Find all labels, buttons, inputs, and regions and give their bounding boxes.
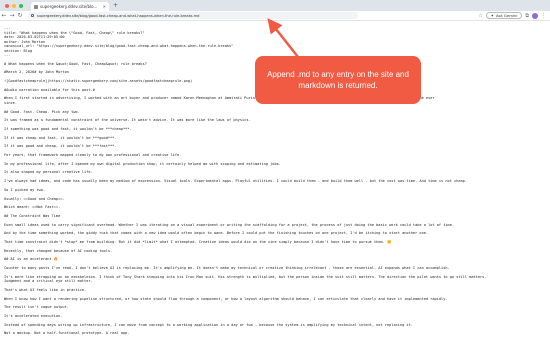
content-line: The result isn't vague output. bbox=[4, 305, 69, 310]
favicon-icon bbox=[34, 4, 38, 9]
content-line: If it was good and cheap, it wouldn't be… bbox=[4, 144, 117, 149]
callout-box: Append .md to any entry on the site and … bbox=[255, 56, 421, 104]
content-line: If something was good and fast, it would… bbox=[4, 127, 132, 131]
content-line: And by the time something worked, the gi… bbox=[4, 231, 429, 236]
profile-avatar[interactable] bbox=[532, 12, 538, 19]
callout-text: Append .md to any entry on the site and … bbox=[267, 70, 409, 90]
content-line: It's accelerated execution. bbox=[4, 313, 63, 318]
content-line: ## AI is an accelerant 🔥 bbox=[4, 257, 59, 262]
bookmark-star-icon[interactable]: ☆ bbox=[478, 13, 482, 19]
back-icon[interactable]: ← bbox=[0, 11, 8, 21]
tab-close-icon[interactable]: ✕ bbox=[103, 4, 106, 9]
browser-toolbar: ← → ↻ supergeekery.ddev.site/blog/good-f… bbox=[0, 11, 550, 21]
maximize-window-button[interactable] bbox=[19, 3, 23, 8]
extensions-icon[interactable]: ⧉ bbox=[525, 13, 529, 19]
forward-icon[interactable]: → bbox=[8, 11, 16, 21]
content-line: In my professional life, after I opened … bbox=[4, 161, 281, 166]
content-line: Recently, that changed because of AI cod… bbox=[4, 248, 113, 253]
close-window-button[interactable] bbox=[5, 3, 9, 8]
content-line: Judgment and a critical eye still matter… bbox=[4, 279, 93, 284]
address-bar[interactable]: supergeekery.ddev.site/blog/good-fast-ch… bbox=[28, 12, 358, 19]
content-line: Which meant: ==Not Fast==. bbox=[4, 205, 61, 210]
gemini-icon: ✦ bbox=[490, 13, 494, 18]
content-line: Instead of spending days wiring up infra… bbox=[4, 322, 413, 327]
reload-icon[interactable]: ↻ bbox=[16, 11, 24, 21]
window-controls bbox=[5, 3, 23, 8]
content-line: When I know how I want a rendering pipel… bbox=[4, 296, 448, 301]
ask-gemini-label: Ask Gemini bbox=[495, 13, 518, 18]
url-text: supergeekery.ddev.site/blog/good-fast-ch… bbox=[37, 13, 200, 18]
content-line: It also shaped my personal creative life… bbox=[4, 170, 93, 175]
content-line: That's what AI feels like in practice. bbox=[4, 287, 87, 292]
minimize-window-button[interactable] bbox=[12, 3, 16, 8]
content-line: Usually: ==Good and Cheap==. bbox=[4, 196, 65, 201]
content-line: So I picked my two. bbox=[4, 187, 46, 192]
menu-icon[interactable]: ⋮ bbox=[541, 13, 546, 19]
ask-gemini-button[interactable]: ✦ Ask Gemini bbox=[485, 12, 523, 19]
toolbar-right: ☆ ✦ Ask Gemini ⧉ ⋮ bbox=[478, 12, 546, 19]
browser-tab[interactable]: supergeekery.ddev.site/blo... ✕ bbox=[31, 2, 109, 11]
content-line: Not a mockup. Not a half-functional prot… bbox=[4, 331, 130, 336]
new-tab-icon[interactable]: + bbox=[113, 2, 118, 9]
content-line: For years, that framework mapped cleanly… bbox=[4, 153, 182, 158]
content-line: That time constraint didn't *stop* me fr… bbox=[4, 239, 392, 244]
content-line: ## The Constraint Was Time bbox=[4, 213, 61, 218]
content-line: It was framed as a fundamental constrain… bbox=[4, 118, 251, 123]
tab-bar: supergeekery.ddev.site/blo... ✕ + bbox=[0, 0, 550, 11]
content-line: ## Good. Fast. Cheap. Pick any two. bbox=[4, 109, 80, 114]
content-line: If it was cheap and fast, it wouldn't be… bbox=[4, 135, 117, 140]
site-info-icon[interactable] bbox=[31, 14, 34, 17]
content-line: Counter to many posts I've read, I don't… bbox=[4, 266, 450, 270]
content-line: Even small ideas used to carry significa… bbox=[4, 222, 455, 227]
content-line: I've always had ideas, and code has usua… bbox=[4, 179, 468, 184]
tab-title: supergeekery.ddev.site/blo... bbox=[40, 4, 98, 9]
